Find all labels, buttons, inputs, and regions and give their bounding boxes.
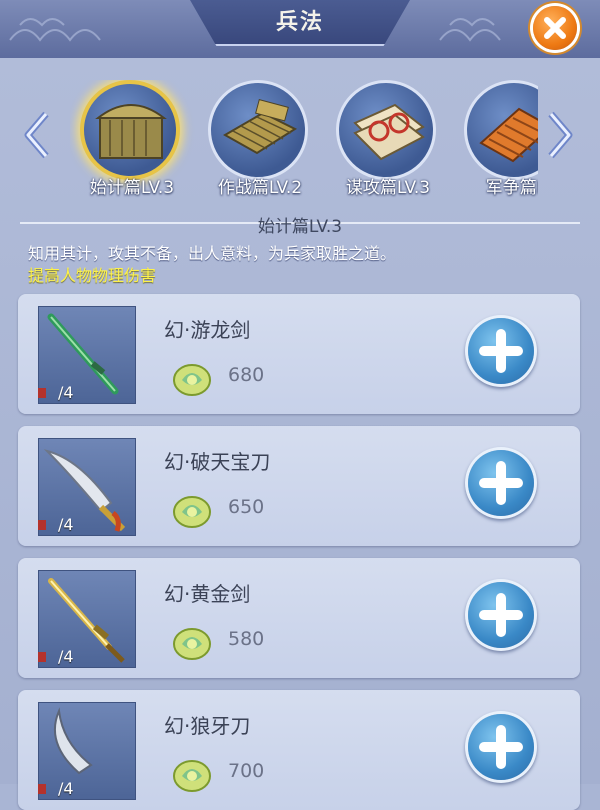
- chevron-right-icon[interactable]: [545, 110, 575, 160]
- bamboo-chest-icon: [80, 80, 180, 180]
- item-cost: 580: [228, 628, 265, 650]
- chapter-tab-junzheng[interactable]: 军争篇L: [454, 80, 538, 210]
- item-count: /4: [58, 515, 74, 534]
- item-name: 幻·破天宝刀: [164, 450, 271, 474]
- item-name: 幻·黄金剑: [164, 582, 251, 606]
- chapter-carousel: 始计篇LV.3 作战篇LV.2 谋攻篇LV.3 军争篇: [70, 80, 538, 210]
- plus-icon: [479, 461, 523, 505]
- add-button[interactable]: [468, 582, 534, 648]
- close-icon: [544, 17, 566, 39]
- broad-saber-icon: [38, 438, 136, 536]
- item-card: /4 幻·破天宝刀 650: [18, 426, 580, 546]
- item-name: 幻·狼牙刀: [164, 714, 251, 738]
- chapter-label: 谋攻篇LV.3: [345, 178, 431, 198]
- section-effect: 提高人物物理伤害: [28, 266, 157, 285]
- item-count: /4: [58, 647, 74, 666]
- golden-sword-icon: [38, 570, 136, 668]
- bamboo-scroll-icon: [208, 80, 308, 180]
- item-count: /4: [58, 779, 74, 798]
- shell-currency-icon: [173, 628, 211, 660]
- orange-scroll-icon: [464, 80, 538, 180]
- chapter-label: 作战篇LV.2: [217, 178, 303, 198]
- plus-icon: [479, 593, 523, 637]
- chevron-left-icon[interactable]: [22, 110, 52, 160]
- item-cost: 650: [228, 496, 265, 518]
- item-card: /4 幻·游龙剑 680: [18, 294, 580, 414]
- page-title: 兵法: [275, 10, 324, 35]
- curved-blade-icon: [38, 702, 136, 800]
- shell-currency-icon: [173, 496, 211, 528]
- add-button[interactable]: [468, 318, 534, 384]
- chapter-label: 始计篇LV.3: [89, 178, 175, 198]
- shard-icon: [38, 520, 46, 530]
- chapter-tab-shiji[interactable]: 始计篇LV.3: [70, 80, 195, 210]
- item-cost: 680: [228, 364, 265, 386]
- close-button[interactable]: [533, 6, 577, 50]
- jade-sword-icon: [38, 306, 136, 404]
- item-card: /4 幻·狼牙刀 700: [18, 690, 580, 810]
- add-button[interactable]: [468, 714, 534, 780]
- plus-icon: [479, 329, 523, 373]
- section-description: 知用其计，攻其不备，出人意料，为兵家取胜之道。: [28, 244, 397, 263]
- add-button[interactable]: [468, 450, 534, 516]
- shard-icon: [38, 784, 46, 794]
- shell-currency-icon: [173, 364, 211, 396]
- shard-icon: [38, 652, 46, 662]
- shell-currency-icon: [173, 760, 211, 792]
- item-count: /4: [58, 383, 74, 402]
- item-card: /4 幻·黄金剑 580: [18, 558, 580, 678]
- red-seal-book-icon: [336, 80, 436, 180]
- item-name: 幻·游龙剑: [164, 318, 251, 342]
- item-cost: 700: [228, 760, 265, 782]
- shard-icon: [38, 388, 46, 398]
- section-title: 始计篇LV.3: [257, 217, 343, 237]
- plus-icon: [479, 725, 523, 769]
- chapter-tab-zuozhan[interactable]: 作战篇LV.2: [198, 80, 323, 210]
- chapter-label: 军争篇L: [485, 178, 538, 198]
- chapter-tab-mougong[interactable]: 谋攻篇LV.3: [326, 80, 451, 210]
